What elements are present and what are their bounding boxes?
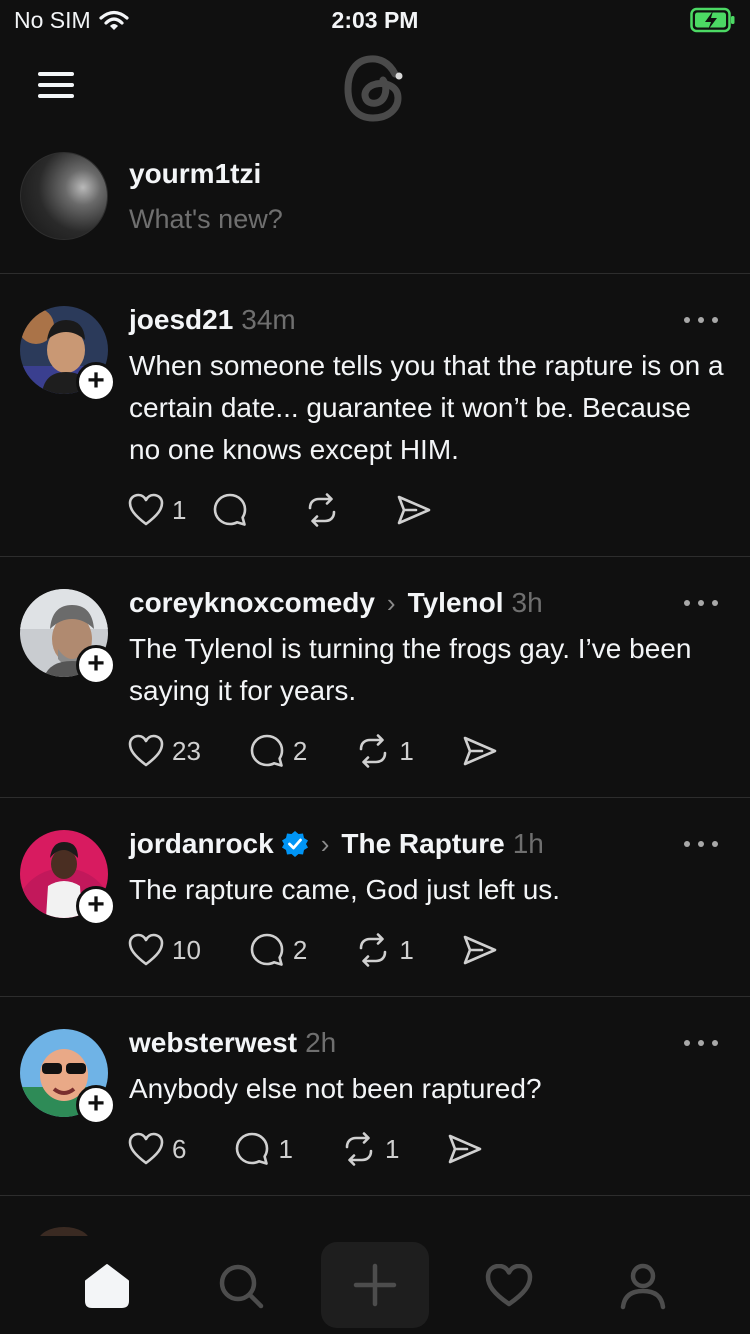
reply-count: 2 bbox=[292, 735, 308, 766]
repost-button[interactable]: 1 bbox=[355, 734, 414, 768]
post-username[interactable]: jordanrock bbox=[129, 828, 274, 860]
post-time: 1h bbox=[512, 828, 544, 859]
send-icon bbox=[463, 935, 497, 965]
heart-icon bbox=[128, 734, 164, 767]
post-text: The rapture came, God just left us. bbox=[129, 874, 561, 905]
repost-button[interactable] bbox=[304, 493, 348, 527]
follow-button[interactable]: + bbox=[76, 362, 116, 402]
new-post-composer[interactable]: yourm1tzi What's new? bbox=[0, 140, 750, 274]
post-username[interactable]: coreyknoxcomedy bbox=[129, 587, 375, 619]
thread-post: + jordanrock › The Rapture 1h The raptur… bbox=[0, 798, 750, 997]
search-icon bbox=[219, 1264, 264, 1309]
tab-new-post[interactable] bbox=[321, 1242, 429, 1328]
heart-icon bbox=[128, 493, 164, 526]
thread-post: + coreyknoxcomedy › Tylenol 3h The Tylen… bbox=[0, 557, 750, 798]
post-time: 34m bbox=[241, 304, 296, 335]
more-options-button[interactable] bbox=[684, 1038, 718, 1048]
repost-icon bbox=[345, 1132, 373, 1166]
post-text: The Tylenol is turning the frogs gay. I’… bbox=[129, 633, 692, 706]
post-actions: 23 2 1 bbox=[128, 733, 498, 769]
post-topic[interactable]: The Rapture bbox=[341, 828, 504, 860]
post-actions: 6 1 1 bbox=[128, 1131, 483, 1167]
repost-icon bbox=[360, 933, 387, 967]
post-text: Anybody else not been raptured? bbox=[129, 1073, 542, 1104]
tab-activity[interactable] bbox=[481, 1258, 537, 1314]
tab-search[interactable] bbox=[213, 1258, 269, 1314]
reply-button[interactable] bbox=[212, 492, 256, 528]
like-button[interactable]: 6 bbox=[128, 1132, 186, 1166]
menu-button[interactable] bbox=[38, 72, 74, 98]
reply-button[interactable]: 1 bbox=[234, 1131, 293, 1167]
chevron-right-icon: › bbox=[386, 587, 396, 618]
send-icon bbox=[463, 736, 497, 766]
thread-post: + joesd21 34m When someone tells you tha… bbox=[0, 274, 750, 557]
post-topic[interactable]: Tylenol bbox=[408, 587, 504, 619]
share-button[interactable] bbox=[447, 1133, 483, 1165]
reply-button[interactable]: 2 bbox=[249, 932, 307, 968]
profile-icon bbox=[620, 1263, 666, 1310]
reply-icon bbox=[236, 1132, 269, 1165]
bottom-tab-bar bbox=[0, 1236, 750, 1334]
reply-count: 2 bbox=[292, 934, 308, 965]
post-username[interactable]: websterwest bbox=[129, 1027, 297, 1059]
post-time: 3h bbox=[511, 587, 543, 618]
thread-post: + websterwest 2h Anybody else not been r… bbox=[0, 997, 750, 1196]
post-time: 2h bbox=[305, 1027, 337, 1058]
repost-button[interactable]: 1 bbox=[341, 1132, 399, 1166]
like-count: 1 bbox=[172, 494, 187, 525]
follow-button[interactable]: + bbox=[76, 1085, 116, 1125]
heart-icon bbox=[128, 933, 164, 966]
share-button[interactable] bbox=[462, 934, 498, 966]
battery-icon bbox=[690, 7, 736, 38]
repost-icon bbox=[309, 493, 336, 527]
post-actions: 1 bbox=[128, 492, 432, 528]
more-options-button[interactable] bbox=[684, 839, 718, 849]
reply-icon bbox=[250, 734, 284, 767]
repost-count: 1 bbox=[399, 934, 414, 965]
tab-profile[interactable] bbox=[615, 1258, 671, 1314]
home-icon bbox=[85, 1264, 129, 1308]
send-icon bbox=[398, 495, 431, 525]
reply-count: 1 bbox=[278, 1133, 293, 1164]
more-options-button[interactable] bbox=[684, 598, 718, 608]
reply-button[interactable]: 2 bbox=[249, 733, 307, 769]
follow-button[interactable]: + bbox=[76, 886, 116, 926]
repost-button[interactable]: 1 bbox=[355, 933, 414, 967]
like-count: 23 bbox=[172, 735, 201, 766]
like-button[interactable]: 10 bbox=[128, 933, 201, 967]
next-post-preview bbox=[0, 1197, 750, 1237]
repost-count: 1 bbox=[399, 735, 414, 766]
reply-icon bbox=[250, 933, 284, 966]
verified-badge-icon bbox=[281, 831, 308, 857]
threads-logo-icon bbox=[344, 55, 403, 122]
share-button[interactable] bbox=[396, 494, 432, 526]
status-bar: No SIM 2:03 PM bbox=[0, 0, 750, 40]
like-count: 6 bbox=[172, 1133, 187, 1164]
reply-icon bbox=[214, 493, 247, 526]
repost-icon bbox=[360, 734, 387, 768]
plus-icon bbox=[353, 1263, 397, 1307]
composer-username: yourm1tzi bbox=[129, 158, 262, 189]
heart-icon bbox=[485, 1264, 533, 1307]
repost-count: 1 bbox=[384, 1133, 400, 1164]
more-options-button[interactable] bbox=[684, 315, 718, 325]
heart-icon bbox=[128, 1132, 164, 1165]
send-icon bbox=[449, 1134, 482, 1164]
chevron-right-icon: › bbox=[320, 828, 330, 859]
status-time: 2:03 PM bbox=[331, 7, 419, 33]
tab-home[interactable] bbox=[79, 1258, 135, 1314]
post-text: When someone tells you that the rapture … bbox=[129, 350, 724, 465]
like-button[interactable]: 1 bbox=[128, 493, 186, 527]
composer-prompt[interactable]: What's new? bbox=[129, 204, 283, 235]
like-count: 10 bbox=[172, 934, 201, 965]
follow-button[interactable]: + bbox=[76, 645, 116, 685]
top-bar bbox=[0, 48, 750, 138]
like-button[interactable]: 23 bbox=[128, 734, 201, 768]
share-button[interactable] bbox=[462, 735, 498, 767]
avatar[interactable] bbox=[20, 152, 108, 240]
post-actions: 10 2 1 bbox=[128, 932, 498, 968]
post-username[interactable]: joesd21 bbox=[129, 304, 233, 336]
